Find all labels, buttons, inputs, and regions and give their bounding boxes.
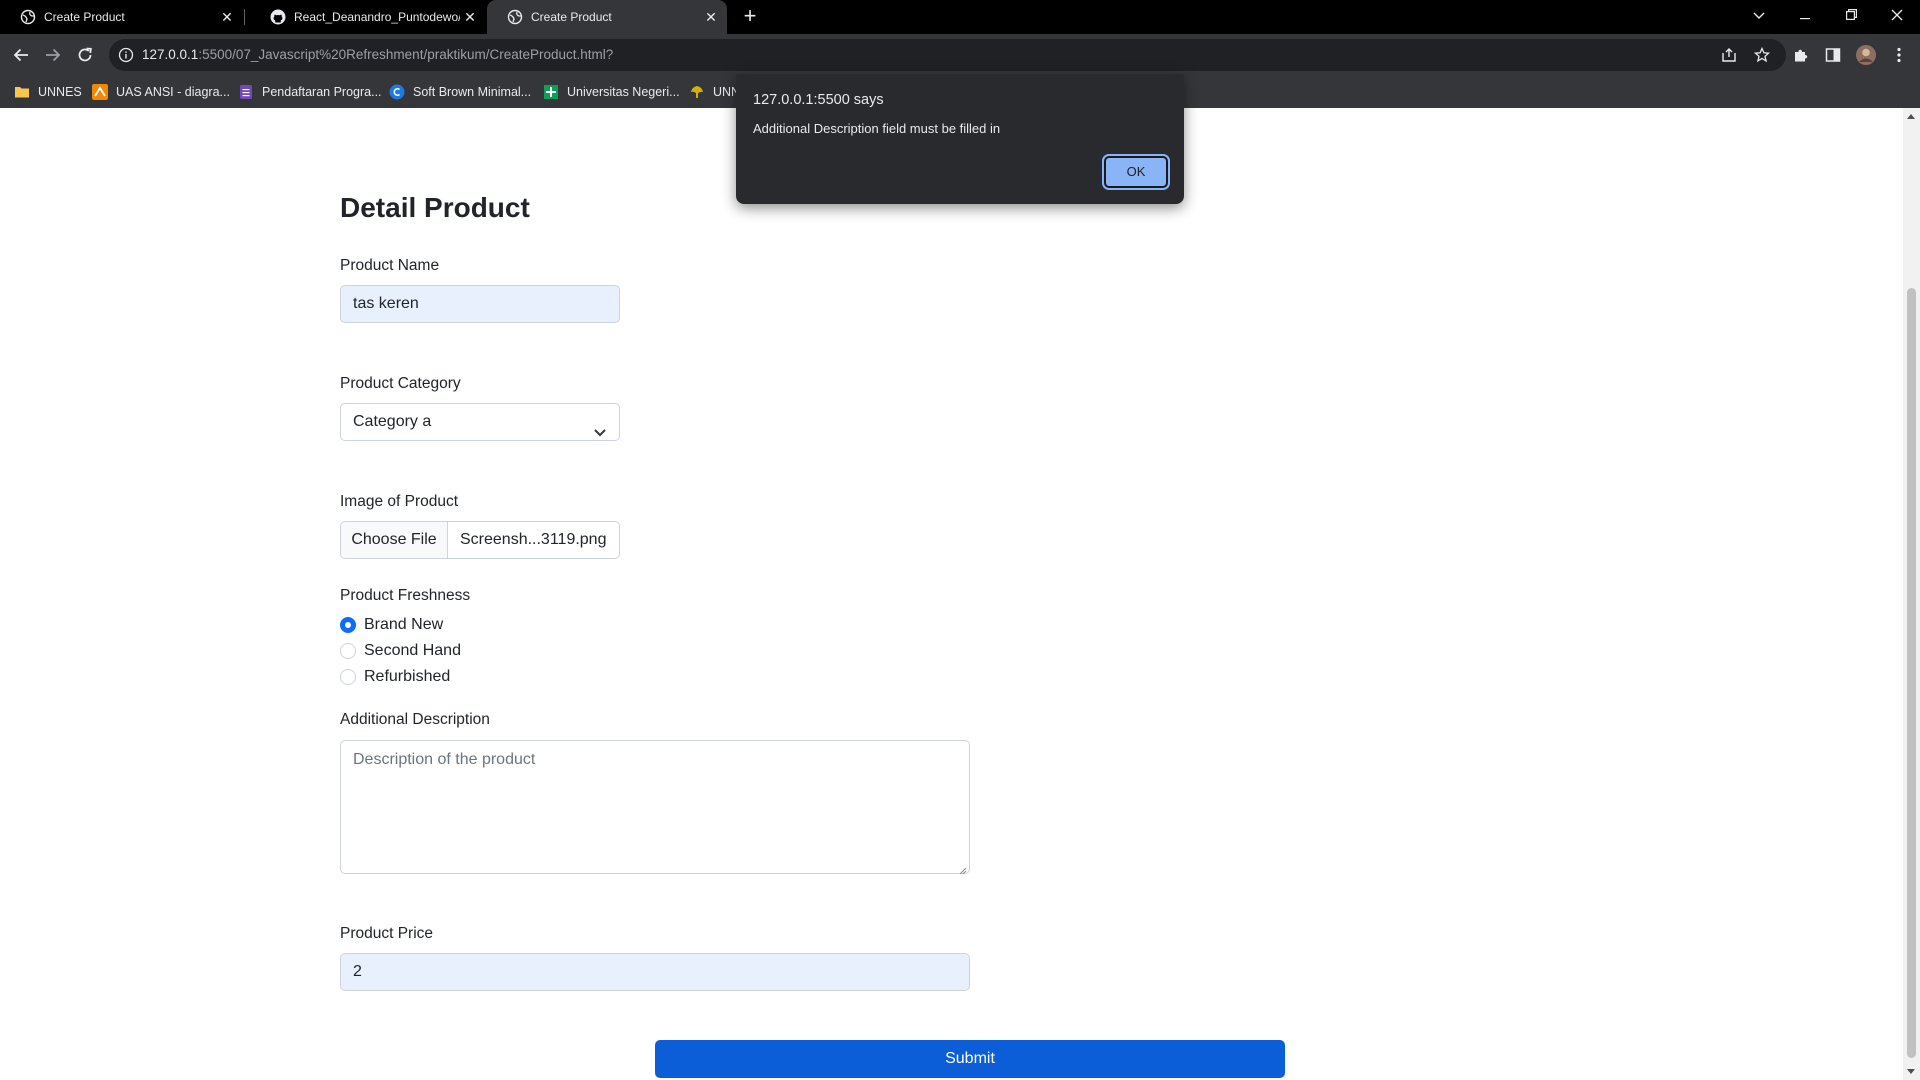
product-name-input[interactable]: tas keren	[340, 285, 620, 323]
tab-create-product-active[interactable]: Create Product ✕	[487, 0, 727, 34]
alert-ok-button[interactable]: OK	[1102, 154, 1170, 190]
new-tab-button[interactable]: +	[738, 5, 762, 29]
profile-avatar[interactable]	[1853, 42, 1879, 68]
alert-title: 127.0.0.1:5500 says	[753, 92, 884, 108]
side-panel-icon[interactable]	[1820, 42, 1846, 68]
bookmark-star-icon[interactable]	[1749, 42, 1775, 68]
drawio-icon	[92, 84, 108, 100]
tab-search-chevron-icon[interactable]	[1736, 0, 1782, 30]
additional-description-label: Additional Description	[340, 711, 490, 728]
radio-button-checked[interactable]	[340, 617, 356, 633]
bookmark-uas-ansi[interactable]: UAS ANSI - diagra...	[92, 82, 230, 102]
tab-title: React_Deanandro_Puntodewo/07	[294, 10, 460, 24]
tab-create-product-1[interactable]: Create Product ✕	[0, 0, 243, 34]
restore-button[interactable]	[1828, 0, 1874, 30]
scroll-down-arrow-icon[interactable]	[1907, 1069, 1915, 1074]
submit-button[interactable]: Submit	[655, 1040, 1285, 1078]
folder-icon	[14, 84, 30, 100]
sheets-plus-icon	[543, 84, 559, 100]
reload-icon[interactable]	[72, 42, 98, 68]
product-category-label: Product Category	[340, 375, 461, 392]
page-content: Detail Product Product Name tas keren Pr…	[0, 108, 1920, 1080]
chevron-down-icon	[593, 416, 607, 437]
close-icon[interactable]: ✕	[217, 9, 237, 26]
url-host: 127.0.0.1	[142, 47, 199, 62]
browser-toolbar: 127.0.0.1:5500/07_Javascript%20Refreshme…	[0, 34, 1920, 76]
alert-dialog: 127.0.0.1:5500 says Additional Descripti…	[736, 74, 1184, 204]
alert-message: Additional Description field must be fil…	[753, 121, 1001, 136]
product-freshness-label: Product Freshness	[340, 587, 471, 604]
category-selected-value: Category a	[353, 413, 432, 430]
bookmark-label: Pendaftaran Progra...	[262, 85, 382, 99]
unnes-logo-icon	[689, 84, 705, 100]
product-category-select[interactable]: Category a	[340, 403, 620, 441]
bookmark-pendaftaran[interactable]: Pendaftaran Progra...	[238, 82, 382, 102]
extensions-puzzle-icon[interactable]	[1788, 42, 1814, 68]
bookmark-label: UAS ANSI - diagra...	[116, 85, 230, 99]
bookmark-unnes[interactable]: UNNES	[14, 82, 82, 102]
canva-icon	[389, 84, 405, 100]
radio-refurbished[interactable]: Refurbished	[340, 666, 450, 688]
tab-strip: Create Product ✕ React_Deanandro_Puntode…	[0, 0, 1920, 34]
bookmark-soft-brown[interactable]: Soft Brown Minimal...	[389, 82, 531, 102]
description-textarea[interactable]: Description of the product	[340, 740, 970, 875]
product-price-label: Product Price	[340, 925, 434, 942]
close-icon[interactable]: ✕	[460, 9, 480, 26]
minimize-button[interactable]	[1782, 0, 1828, 30]
bookmark-unn[interactable]: UNN	[689, 82, 740, 102]
vertical-scrollbar[interactable]	[1903, 108, 1920, 1080]
globe-icon	[20, 9, 36, 25]
choose-file-button[interactable]: Choose File	[341, 522, 448, 558]
resize-grip-icon[interactable]	[958, 862, 967, 875]
url-path: :5500/07_Javascript%20Refreshment/prakti…	[198, 47, 614, 62]
menu-kebab-icon[interactable]	[1886, 42, 1912, 68]
radio-button[interactable]	[340, 643, 356, 659]
image-of-product-label: Image of Product	[340, 493, 459, 510]
forward-arrow-icon[interactable]	[40, 42, 66, 68]
bookmark-label: Universitas Negeri...	[567, 85, 680, 99]
bookmark-universitas[interactable]: Universitas Negeri...	[543, 82, 680, 102]
url-text: 127.0.0.1:5500/07_Javascript%20Refreshme…	[142, 47, 613, 62]
tab-title: Create Product	[44, 10, 125, 24]
product-name-label: Product Name	[340, 257, 440, 274]
tab-title: Create Product	[531, 10, 612, 24]
description-placeholder: Description of the product	[353, 751, 536, 768]
address-bar[interactable]: 127.0.0.1:5500/07_Javascript%20Refreshme…	[109, 39, 1786, 71]
selected-file-name: Screensh...3119.png	[460, 531, 607, 548]
back-arrow-icon[interactable]	[8, 42, 34, 68]
scrollbar-thumb[interactable]	[1907, 288, 1916, 1058]
close-icon[interactable]: ✕	[701, 9, 721, 26]
radio-label: Refurbished	[364, 668, 451, 685]
share-icon[interactable]	[1716, 42, 1742, 68]
radio-button[interactable]	[340, 669, 356, 685]
scroll-up-arrow-icon[interactable]	[1907, 114, 1915, 119]
tab-separator	[244, 9, 245, 25]
radio-brand-new[interactable]: Brand New	[340, 614, 443, 636]
bookmark-label: UNNES	[38, 85, 82, 99]
github-icon	[270, 9, 286, 25]
radio-second-hand[interactable]: Second Hand	[340, 640, 461, 662]
radio-label: Second Hand	[364, 642, 461, 659]
product-price-input[interactable]: 2	[340, 953, 970, 991]
tab-github-repo[interactable]: React_Deanandro_Puntodewo/07 ✕	[250, 0, 486, 34]
page-title: Detail Product	[340, 192, 530, 223]
forms-icon	[238, 84, 254, 100]
globe-icon	[507, 9, 523, 25]
product-image-file-input[interactable]: Choose File Screensh...3119.png	[340, 521, 620, 559]
radio-label: Brand New	[364, 616, 444, 633]
bookmark-label: Soft Brown Minimal...	[413, 85, 532, 99]
close-window-button[interactable]	[1874, 0, 1920, 30]
site-info-icon[interactable]	[118, 47, 134, 63]
